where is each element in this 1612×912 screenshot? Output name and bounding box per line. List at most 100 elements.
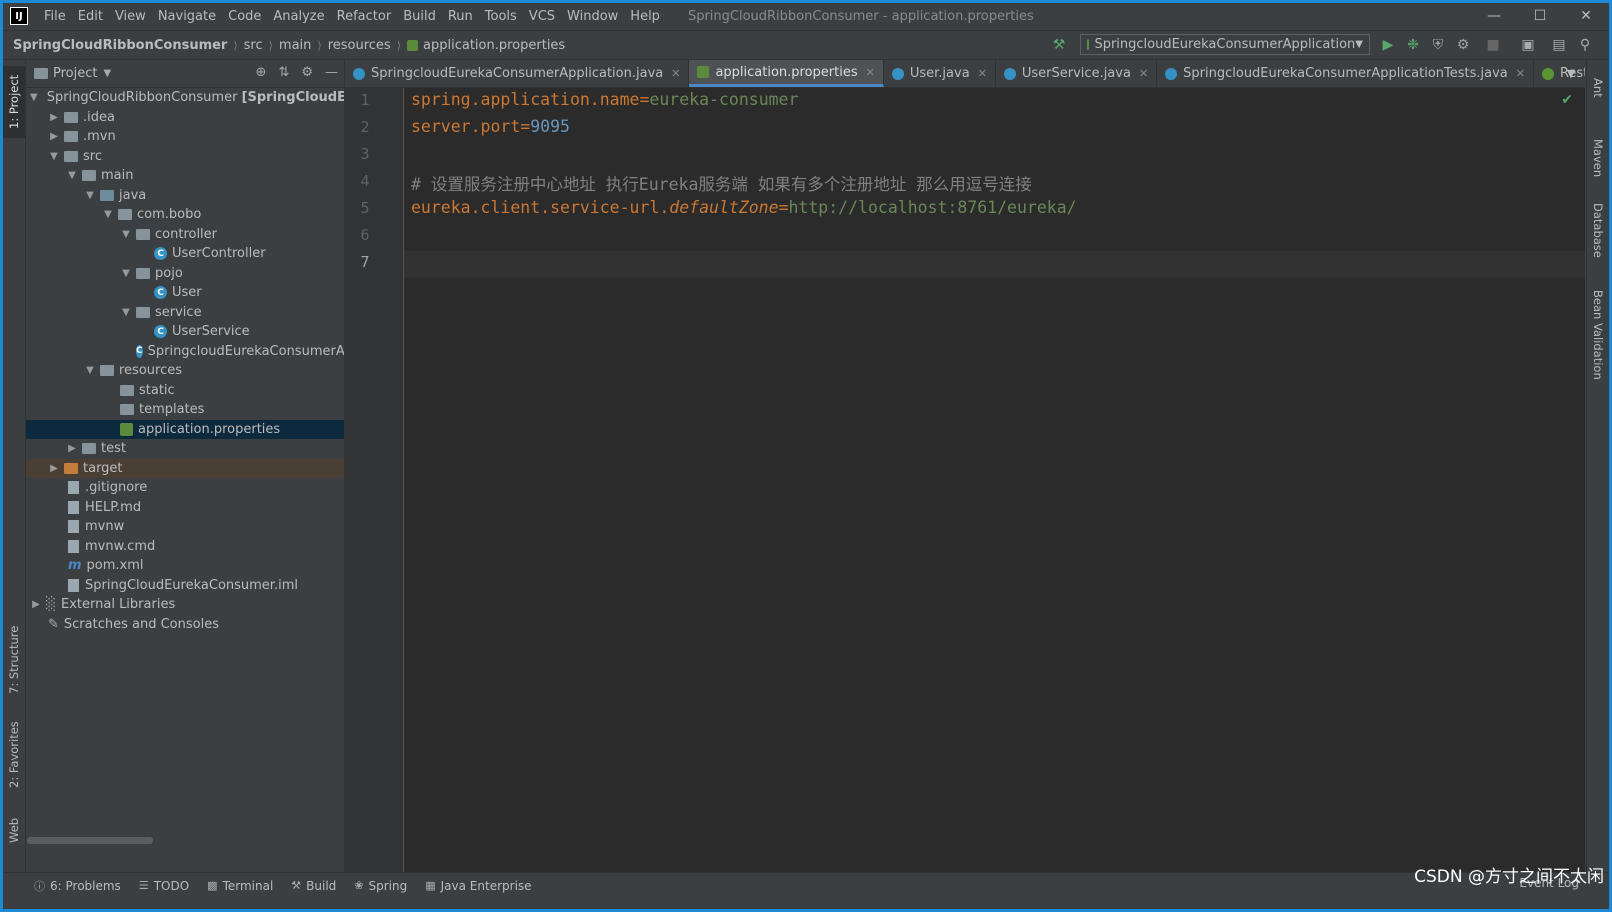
tool-tab-build[interactable]: ⚒ Build — [282, 879, 345, 893]
tool-tab-project[interactable]: 1: Project — [3, 66, 25, 138]
tree-item-pojo[interactable]: ▼ pojo — [26, 264, 344, 284]
close-icon[interactable]: ✕ — [1516, 67, 1525, 80]
tree-item-pom-xml[interactable]: m pom.xml — [26, 556, 344, 576]
tree-item-java[interactable]: ▼ java — [26, 186, 344, 206]
expand-arrow-icon[interactable]: ▼ — [66, 170, 78, 181]
tool-tab-ant[interactable]: Ant — [1587, 68, 1609, 108]
menu-refactor[interactable]: Refactor — [331, 9, 398, 24]
project-panel-title[interactable]: Project — [53, 66, 97, 81]
search-icon[interactable]: ⚲ — [1575, 35, 1595, 55]
breadcrumb-project[interactable]: SpringCloudRibbonConsumer — [3, 38, 231, 53]
chevron-down-icon[interactable]: ▼ — [103, 68, 111, 79]
tab-user-java[interactable]: User.java ✕ — [884, 60, 996, 87]
locate-icon[interactable]: ⊕ — [256, 65, 267, 80]
tree-item-external-libraries[interactable]: ▶ ░ External Libraries — [26, 595, 344, 615]
tab-application-properties[interactable]: application.properties ✕ — [689, 60, 884, 87]
tab-userservice-java[interactable]: UserService.java ✕ — [996, 60, 1158, 87]
tool-tab-database[interactable]: Database — [1587, 195, 1609, 265]
build-hammer-icon[interactable]: ⚒ — [1049, 35, 1069, 55]
tree-item-scratches[interactable]: ✎ Scratches and Consoles — [26, 615, 344, 635]
tree-item-target[interactable]: ▶ target — [26, 458, 344, 478]
tool-tab-bean-validation[interactable]: Bean Validation — [1587, 285, 1609, 385]
tool-tab-problems[interactable]: ⓘ 6: Problems — [25, 878, 130, 894]
tree-item-controller[interactable]: ▼ controller — [26, 225, 344, 245]
expand-arrow-icon[interactable]: ▼ — [84, 365, 96, 376]
menu-file[interactable]: File — [38, 9, 72, 24]
tool-tab-favorites[interactable]: 2: Favorites — [3, 715, 25, 795]
expand-arrow-icon[interactable]: ▼ — [120, 268, 132, 279]
close-icon[interactable]: ✕ — [978, 67, 987, 80]
tool-tab-todo[interactable]: ☰ TODO — [130, 879, 198, 893]
maximize-icon[interactable]: ☐ — [1517, 3, 1563, 29]
tree-item-usercontroller[interactable]: C UserController — [26, 244, 344, 264]
tree-item-idea[interactable]: ▶ .idea — [26, 108, 344, 128]
project-structure-icon[interactable]: ▣ — [1518, 35, 1538, 55]
code-editor[interactable]: 1 2 3 4 5 6 7 spring.application.name=eu… — [345, 88, 1585, 872]
horizontal-scrollbar[interactable] — [27, 837, 153, 844]
tree-item-gitignore[interactable]: .gitignore — [26, 478, 344, 498]
close-icon[interactable]: ✕ — [671, 67, 680, 80]
debug-icon[interactable]: ❉ — [1403, 35, 1423, 55]
layout-icon[interactable]: ▤ — [1549, 35, 1569, 55]
menu-vcs[interactable]: VCS — [523, 9, 561, 24]
tree-item-help-md[interactable]: HELP.md — [26, 498, 344, 518]
tree-item-test[interactable]: ▶ test — [26, 439, 344, 459]
menu-navigate[interactable]: Navigate — [152, 9, 222, 24]
menu-code[interactable]: Code — [222, 9, 267, 24]
tool-tab-web[interactable]: Web — [3, 810, 25, 850]
menu-build[interactable]: Build — [397, 9, 442, 24]
tool-tab-structure[interactable]: 7: Structure — [3, 620, 25, 700]
tool-tab-spring[interactable]: ❀ Spring — [345, 879, 416, 893]
close-icon[interactable]: ✕ — [866, 66, 875, 79]
tool-tab-maven[interactable]: Maven — [1587, 128, 1609, 188]
tree-item-mvnw[interactable]: mvnw — [26, 517, 344, 537]
tree-item-src[interactable]: ▼ src — [26, 147, 344, 167]
expand-arrow-icon[interactable]: ▼ — [120, 307, 132, 318]
tree-item-user[interactable]: C User — [26, 283, 344, 303]
collapse-arrow-icon[interactable]: ▶ — [48, 131, 60, 142]
menu-edit[interactable]: Edit — [72, 9, 109, 24]
tree-item-mvn[interactable]: ▶ .mvn — [26, 127, 344, 147]
collapse-all-icon[interactable]: ⇅ — [278, 65, 289, 80]
run-icon[interactable]: ▶ — [1378, 35, 1398, 55]
gear-icon[interactable]: ⚙ — [301, 65, 313, 80]
coverage-icon[interactable]: ⛨ — [1428, 35, 1448, 55]
tree-item-mvnw-cmd[interactable]: mvnw.cmd — [26, 537, 344, 557]
expand-arrow-icon[interactable]: ▼ — [102, 209, 114, 220]
profiler-icon[interactable]: ⚙ — [1453, 35, 1473, 55]
close-icon[interactable]: ✕ — [1563, 3, 1609, 29]
tool-tab-java-enterprise[interactable]: ▦ Java Enterprise — [416, 879, 540, 893]
tool-tab-terminal[interactable]: ▩ Terminal — [198, 879, 282, 893]
menu-help[interactable]: Help — [624, 9, 666, 24]
tree-item-root[interactable]: ▼ SpringCloudRibbonConsumer [SpringCloudE… — [26, 88, 344, 108]
tree-item-resources[interactable]: ▼ resources — [26, 361, 344, 381]
stop-icon[interactable]: ■ — [1483, 35, 1503, 55]
tab-tests-java[interactable]: SpringcloudEurekaConsumerApplicationTest… — [1157, 60, 1534, 87]
expand-arrow-icon[interactable]: ▼ — [120, 229, 132, 240]
collapse-arrow-icon[interactable]: ▶ — [48, 463, 60, 474]
expand-arrow-icon[interactable]: ▼ — [30, 92, 38, 103]
tree-item-iml[interactable]: SpringCloudEurekaConsumer.iml — [26, 576, 344, 596]
collapse-arrow-icon[interactable]: ▶ — [66, 443, 78, 454]
tree-item-service[interactable]: ▼ service — [26, 303, 344, 323]
tab-application-java[interactable]: SpringcloudEurekaConsumerApplication.jav… — [345, 60, 690, 87]
close-icon[interactable]: ✕ — [1139, 67, 1148, 80]
chevron-down-icon[interactable]: ▼ — [1561, 60, 1581, 87]
collapse-arrow-icon[interactable]: ▶ — [30, 599, 42, 610]
expand-arrow-icon[interactable]: ▼ — [84, 190, 96, 201]
breadcrumb-file[interactable]: application.properties — [403, 38, 569, 53]
menu-analyze[interactable]: Analyze — [267, 9, 330, 24]
tree-item-com-bobo[interactable]: ▼ com.bobo — [26, 205, 344, 225]
run-configuration-select[interactable]: SpringcloudEurekaConsumerApplication ▼ — [1080, 34, 1370, 55]
tree-item-userservice[interactable]: C UserService — [26, 322, 344, 342]
hide-icon[interactable]: — — [325, 65, 338, 80]
menu-run[interactable]: Run — [442, 9, 479, 24]
minimize-icon[interactable]: — — [1471, 3, 1517, 29]
tree-item-static[interactable]: static — [26, 381, 344, 401]
tree-item-application-properties[interactable]: application.properties — [26, 419, 344, 439]
expand-arrow-icon[interactable]: ▼ — [48, 151, 60, 162]
tree-item-templates[interactable]: templates — [26, 400, 344, 420]
breadcrumb-main[interactable]: main — [275, 38, 315, 53]
breadcrumb-src[interactable]: src — [240, 38, 267, 53]
tree-item-application-class[interactable]: C SpringcloudEurekaConsumerApp — [26, 342, 344, 362]
